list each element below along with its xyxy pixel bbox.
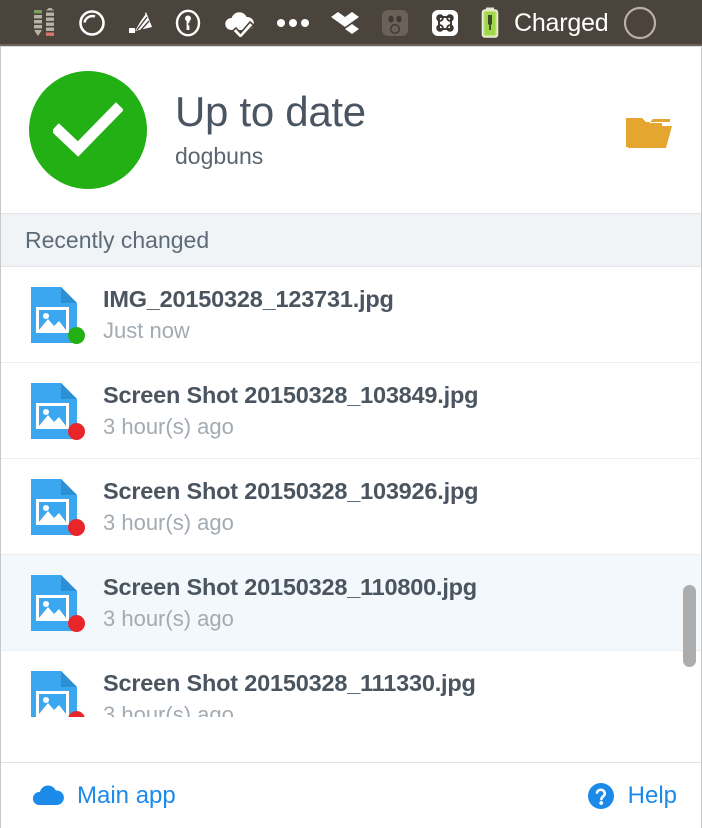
dropbox-popup-window: Up to date dogbuns Recently changed IMG_… [0, 46, 702, 828]
question-circle-icon [586, 781, 616, 811]
file-name: Screen Shot 20150328_110800.jpg [103, 573, 477, 600]
table-row[interactable]: Screen Shot 20150328_111330.jpg 3 hour(s… [1, 651, 701, 717]
status-badge-dot [68, 326, 85, 344]
status-badge [29, 71, 147, 189]
page-title: Up to date [175, 88, 366, 136]
footer-bar: Main app Help [1, 762, 701, 828]
image-file-icon [27, 284, 85, 346]
file-timestamp: 3 hour(s) ago [103, 413, 234, 439]
file-text-group: IMG_20150328_123731.jpg Just now [103, 286, 394, 344]
fan-shredder-icon[interactable] [116, 1, 164, 45]
sync-status-header: Up to date dogbuns [1, 47, 701, 213]
main-app-label: Main app [77, 781, 176, 809]
open-folder-icon [626, 118, 672, 148]
partial-circle-icon[interactable] [613, 1, 667, 45]
section-title: Recently changed [25, 226, 210, 253]
battery-status-label: Charged [514, 8, 609, 37]
help-label: Help [627, 781, 677, 809]
file-name: Screen Shot 20150328_111330.jpg [103, 669, 476, 696]
header-text-group: Up to date dogbuns [175, 90, 366, 169]
file-timestamp: 3 hour(s) ago [103, 509, 234, 535]
ghost-face-icon[interactable] [370, 1, 420, 45]
table-row[interactable]: Screen Shot 20150328_103849.jpg 3 hour(s… [1, 363, 701, 459]
file-timestamp: 3 hour(s) ago [103, 701, 234, 718]
file-timestamp: 3 hour(s) ago [103, 605, 234, 631]
file-text-group: Screen Shot 20150328_103926.jpg 3 hour(s… [103, 478, 478, 536]
dropbox-icon[interactable] [320, 1, 370, 45]
refresh-sync-icon[interactable] [68, 1, 116, 45]
main-app-button[interactable]: Main app [31, 782, 176, 810]
cloud-icon [31, 784, 65, 808]
status-badge-dot [68, 518, 85, 536]
image-file-icon [27, 668, 85, 717]
network-activity-icon[interactable] [22, 1, 68, 45]
recently-changed-section-header: Recently changed [1, 213, 701, 267]
open-folder-button[interactable] [619, 104, 677, 156]
cloud-check-icon[interactable] [212, 1, 266, 45]
file-name: Screen Shot 20150328_103926.jpg [103, 477, 479, 504]
file-timestamp: Just now [103, 317, 190, 343]
checkmark-icon [53, 102, 123, 157]
help-button[interactable]: Help [586, 781, 677, 811]
status-badge-dot [68, 614, 85, 632]
file-text-group: Screen Shot 20150328_111330.jpg 3 hour(s… [103, 670, 476, 718]
file-list: IMG_20150328_123731.jpg Just now Screen … [1, 267, 701, 717]
command-key-icon[interactable] [420, 1, 470, 45]
image-file-icon [27, 380, 85, 442]
ellipsis-icon[interactable] [266, 1, 320, 45]
image-file-icon [27, 572, 85, 634]
account-name: dogbuns [175, 142, 264, 169]
file-name: Screen Shot 20150328_103849.jpg [103, 381, 479, 408]
file-name: IMG_20150328_123731.jpg [103, 285, 394, 312]
table-row[interactable]: IMG_20150328_123731.jpg Just now [1, 267, 701, 363]
table-row[interactable]: Screen Shot 20150328_103926.jpg 3 hour(s… [1, 459, 701, 555]
file-text-group: Screen Shot 20150328_103849.jpg 3 hour(s… [103, 382, 478, 440]
onepassword-icon[interactable] [164, 1, 212, 45]
battery-charging-icon[interactable] [470, 1, 510, 45]
status-badge-dot [68, 422, 85, 440]
image-file-icon [27, 476, 85, 538]
macos-menu-bar: Charged [0, 0, 702, 46]
scrollbar-thumb[interactable] [683, 585, 696, 667]
table-row[interactable]: Screen Shot 20150328_110800.jpg 3 hour(s… [1, 555, 701, 651]
scrollbar-track[interactable] [683, 267, 699, 717]
file-text-group: Screen Shot 20150328_110800.jpg 3 hour(s… [103, 574, 477, 632]
